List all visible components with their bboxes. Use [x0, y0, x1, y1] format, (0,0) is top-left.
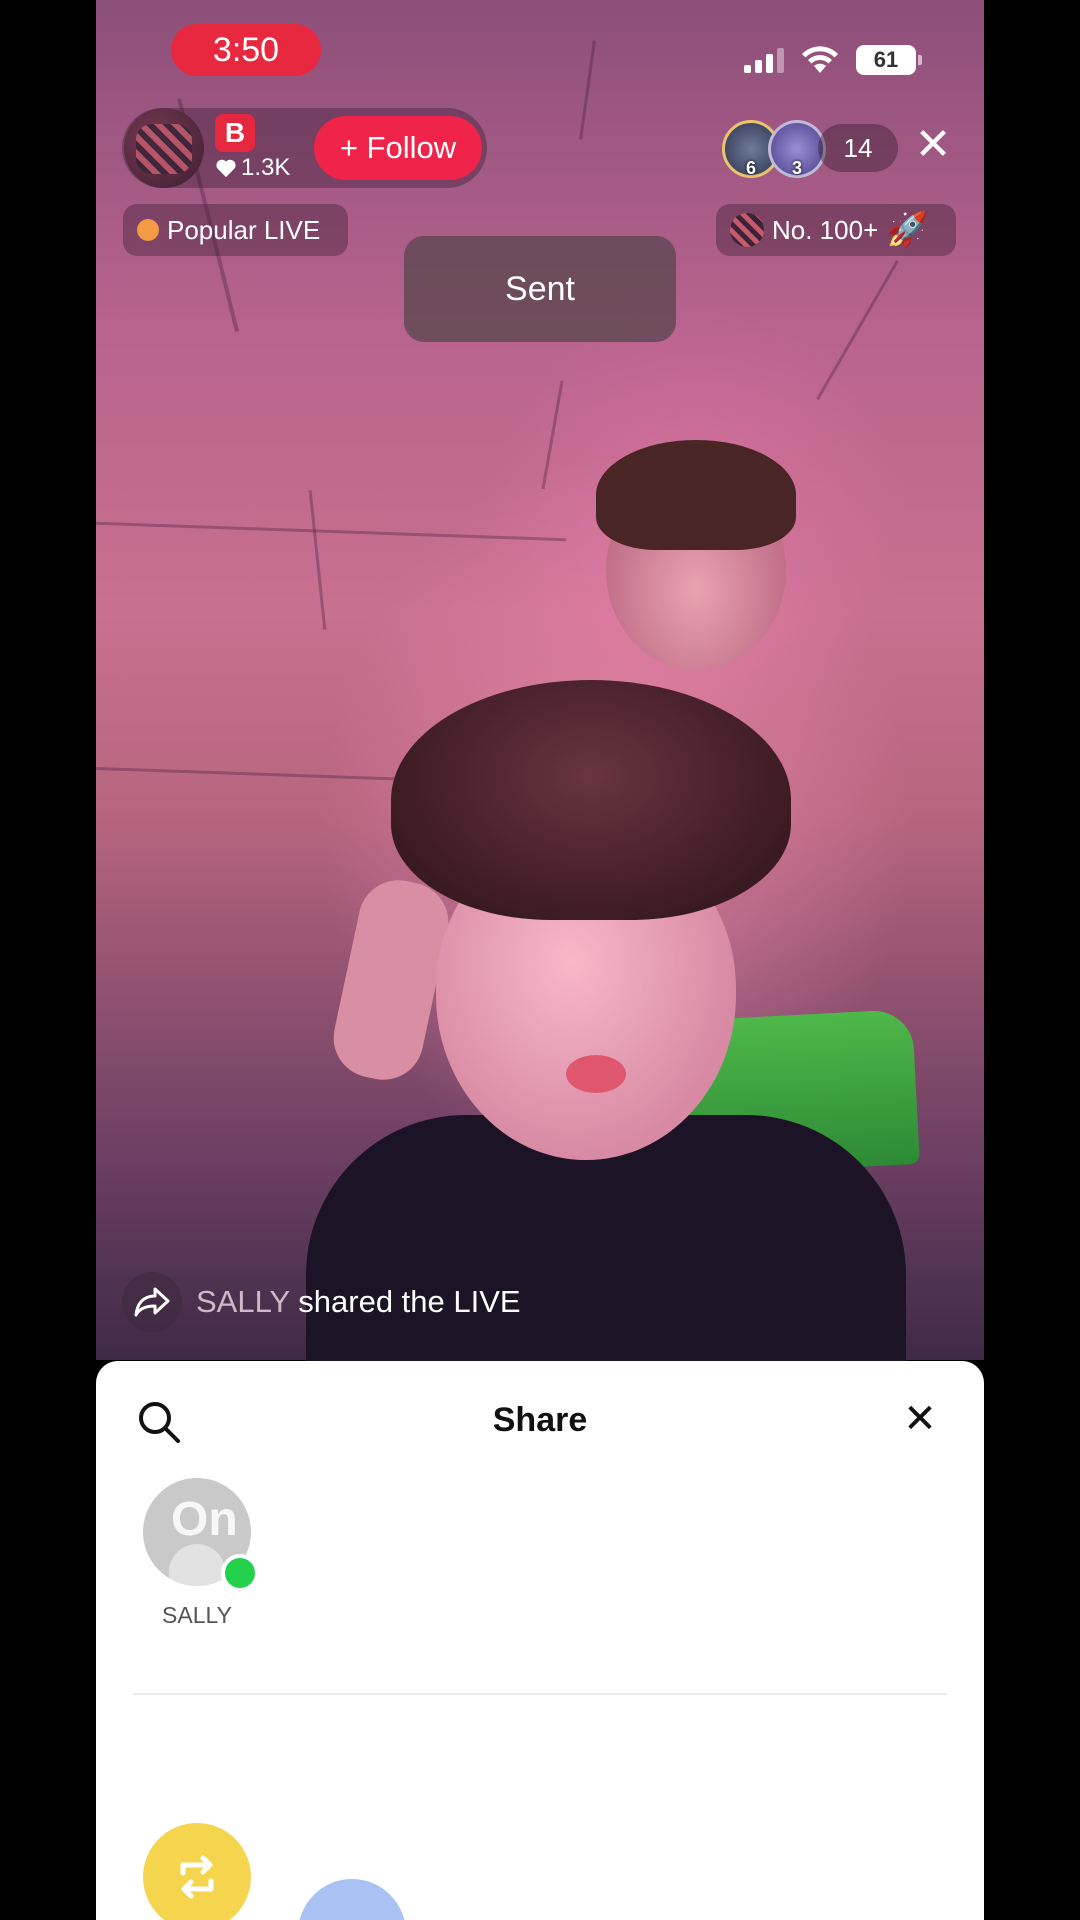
divider — [133, 1693, 947, 1695]
wifi-icon — [802, 46, 838, 73]
rank-avatar — [730, 213, 764, 247]
share-arrow-icon — [122, 1272, 182, 1332]
share-sheet: Share ✕ On SALLY — [96, 1361, 984, 1920]
close-live-button[interactable]: ✕ — [914, 123, 952, 167]
share-notice-name: SALLY — [196, 1284, 290, 1319]
share-option-button[interactable] — [298, 1879, 406, 1920]
popular-live-label: Popular LIVE — [167, 214, 321, 245]
share-notification: SALLY shared the LIVE — [122, 1272, 521, 1332]
rank-label: No. 100+ — [772, 214, 879, 245]
share-sheet-title: Share — [492, 1401, 588, 1439]
follow-button[interactable]: + Follow — [314, 116, 482, 180]
status-indicators: 61 — [744, 40, 922, 80]
status-time: 3:50 — [171, 24, 321, 76]
contact-name: SALLY — [162, 1602, 232, 1628]
sent-toast: Sent — [404, 236, 676, 342]
heart-icon — [216, 159, 236, 178]
viewer-count[interactable]: 14 — [818, 124, 898, 172]
online-status-dot — [221, 1554, 259, 1592]
likes-count: 1.3K — [241, 154, 291, 181]
rank-tag[interactable]: No. 100+ 🚀 — [716, 204, 956, 256]
close-icon[interactable]: ✕ — [900, 1399, 940, 1439]
host-avatar[interactable] — [124, 108, 204, 188]
popular-live-tag[interactable]: Popular LIVE — [123, 204, 348, 256]
host-badge: B — [215, 114, 255, 152]
repost-button[interactable] — [143, 1823, 251, 1920]
host-likes: 1.3K — [215, 154, 290, 182]
rocket-icon: 🚀 — [886, 211, 929, 249]
share-notice-text: shared the LIVE — [298, 1284, 521, 1319]
viewer-rank: 6 — [745, 158, 756, 178]
battery-icon: 61 — [856, 45, 922, 75]
viewer-rank: 3 — [791, 158, 802, 178]
live-stream-screen: 3:50 61 B 1.3K + Follow 6 3 14 ✕ Popular… — [96, 0, 984, 1920]
cellular-signal-icon — [744, 47, 784, 73]
repost-icon — [180, 1855, 214, 1899]
fire-heart-icon — [137, 219, 159, 241]
close-icon: ✕ — [914, 120, 952, 169]
